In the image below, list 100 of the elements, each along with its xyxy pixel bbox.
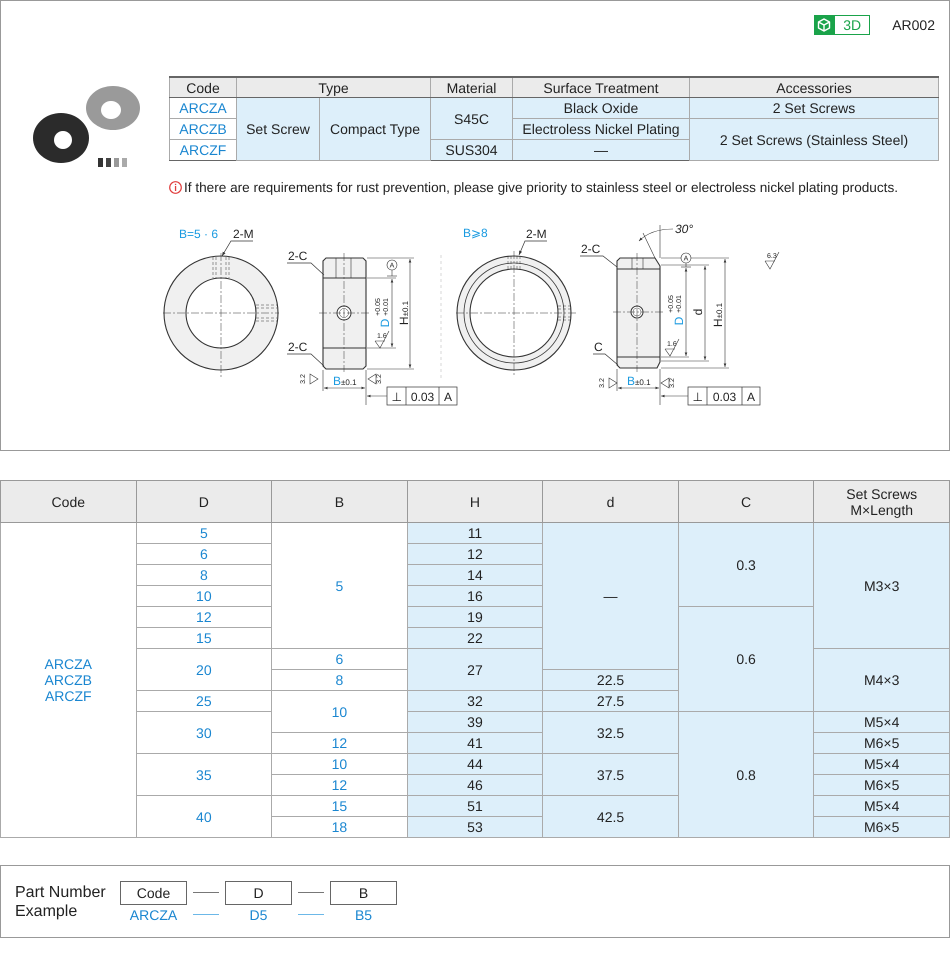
roughness-symbol-icon — [764, 252, 780, 270]
roughness-symbol-icon — [608, 377, 618, 389]
table-cell: — — [542, 522, 678, 670]
bore-dimension-line — [366, 278, 396, 348]
table-cell: M5×4 — [814, 796, 950, 816]
table-cell: — — [512, 140, 690, 160]
table-cell: 15 — [136, 628, 272, 648]
table-cell: 0.6 — [678, 606, 814, 712]
column-header: Material — [430, 77, 512, 98]
perpendicularity-symbol: ⊥ — [392, 390, 402, 404]
table-cell: 41 — [407, 732, 543, 754]
table-cell: M6×5 — [814, 774, 950, 796]
table-cell: Electroless Nickel Plating — [512, 118, 690, 140]
table-cell: M3×3 — [814, 522, 950, 648]
datum-symbol-icon — [680, 252, 692, 268]
table-cell: 12 — [136, 606, 272, 628]
leader-line — [518, 240, 548, 256]
table-cell: 46 — [407, 774, 543, 796]
table-cell: Compact Type — [320, 98, 430, 160]
chamfer-callout-label: 2-C — [288, 249, 308, 263]
table-cell: 10 — [272, 754, 408, 774]
table-cell: Set Screw — [236, 98, 320, 160]
table-cell: 12 — [407, 544, 543, 564]
table-cell: 27 — [407, 648, 543, 690]
table-cell: 19 — [407, 606, 543, 628]
table-cell: 5 — [136, 522, 272, 544]
table-cell: 14 — [407, 564, 543, 586]
column-header: Type — [236, 77, 430, 98]
table-cell: 6 — [272, 648, 408, 670]
table-cell: 53 — [407, 816, 543, 838]
info-icon — [169, 181, 182, 194]
table-cell: 10 — [136, 586, 272, 606]
table-cell: 25 — [136, 690, 272, 712]
datum-symbol-icon — [386, 260, 398, 276]
tolerance-value: 0.03 — [410, 390, 434, 404]
note-text: If there are requirements for rust prevention, please give priority to stainless steel or electroless nickel plating products. — [184, 180, 898, 195]
width-dimension-label: B±0.1 — [333, 374, 357, 388]
angle-dimension-line — [638, 224, 674, 258]
column-header: D — [136, 480, 272, 522]
table-cell: 0.3 — [678, 522, 814, 606]
table-cell: 8 — [272, 670, 408, 690]
leader-line — [286, 262, 324, 276]
part-number-field: D — [225, 880, 292, 904]
table-cell: SUS304 — [430, 140, 512, 160]
table-cell: 32 — [407, 690, 543, 712]
roughness-symbol-icon — [310, 373, 319, 385]
table-cell: 30 — [136, 712, 272, 754]
table-cell: 32.5 — [542, 712, 678, 754]
leader-line — [660, 394, 688, 398]
table-cell: M5×4 — [814, 754, 950, 774]
bore-label: D — [672, 316, 686, 326]
width-dimension-label: B±0.1 — [627, 374, 651, 388]
leader-line — [366, 394, 388, 398]
height-dimension-label: H±0.1 — [397, 300, 411, 326]
part-number-example-value: B5 — [354, 906, 374, 922]
part-number-example-label: Part Number Example — [15, 882, 107, 920]
table-cell: 8 — [136, 564, 272, 586]
width-dimension-line — [616, 368, 660, 406]
table-cell: 2 Set Screws — [690, 98, 938, 118]
table-cell: 12 — [272, 732, 408, 754]
table-cell: 51 — [407, 796, 543, 816]
table-cell: 6 — [136, 544, 272, 564]
table-cell: 18 — [272, 816, 408, 838]
table-cell: 35 — [136, 754, 272, 796]
part-number-example-value: D5 — [248, 906, 268, 922]
table-cell: ARCZF — [170, 140, 236, 160]
leader-line — [592, 354, 618, 366]
table-cell: 39 — [407, 712, 543, 732]
column-header: H — [407, 480, 543, 522]
table-cell: 44 — [407, 754, 543, 774]
table-cell: Black Oxide — [512, 98, 690, 118]
width-dimension-line — [322, 370, 366, 406]
leader-line — [286, 354, 324, 366]
table-cell: ARCZA ARCZB ARCZF — [0, 522, 136, 838]
column-header: Set Screws M×Length — [814, 480, 950, 522]
step-dimension-label: d — [691, 308, 705, 316]
leader-line — [222, 240, 254, 256]
hole-callout-label: 2-M — [526, 227, 547, 241]
chamfer-callout-label: 2-C — [288, 340, 308, 354]
roughness-symbol-icon — [664, 338, 680, 357]
table-cell: 42.5 — [542, 796, 678, 838]
table-cell: 12 — [272, 774, 408, 796]
table-cell: ARCZB — [170, 118, 236, 140]
bore-label: D — [378, 318, 392, 328]
datum-reference: A — [444, 390, 452, 404]
chamfer-callout-label: 2-C — [581, 242, 600, 256]
drawing-title: B=5 · 6 — [179, 227, 218, 241]
table-cell: ARCZA — [170, 98, 236, 118]
part-number-field: B — [330, 880, 397, 904]
table-cell: M5×4 — [814, 712, 950, 732]
table-cell: 37.5 — [542, 754, 678, 796]
column-header: C — [678, 480, 814, 522]
table-cell: 27.5 — [542, 690, 678, 712]
table-cell: 22 — [407, 628, 543, 648]
column-header: B — [272, 480, 408, 522]
table-cell: 22.5 — [542, 670, 678, 690]
hole-callout-label: 2-M — [233, 227, 254, 241]
table-cell: M6×5 — [814, 816, 950, 838]
table-cell: S45C — [430, 98, 512, 140]
table-cell: 11 — [407, 522, 543, 544]
